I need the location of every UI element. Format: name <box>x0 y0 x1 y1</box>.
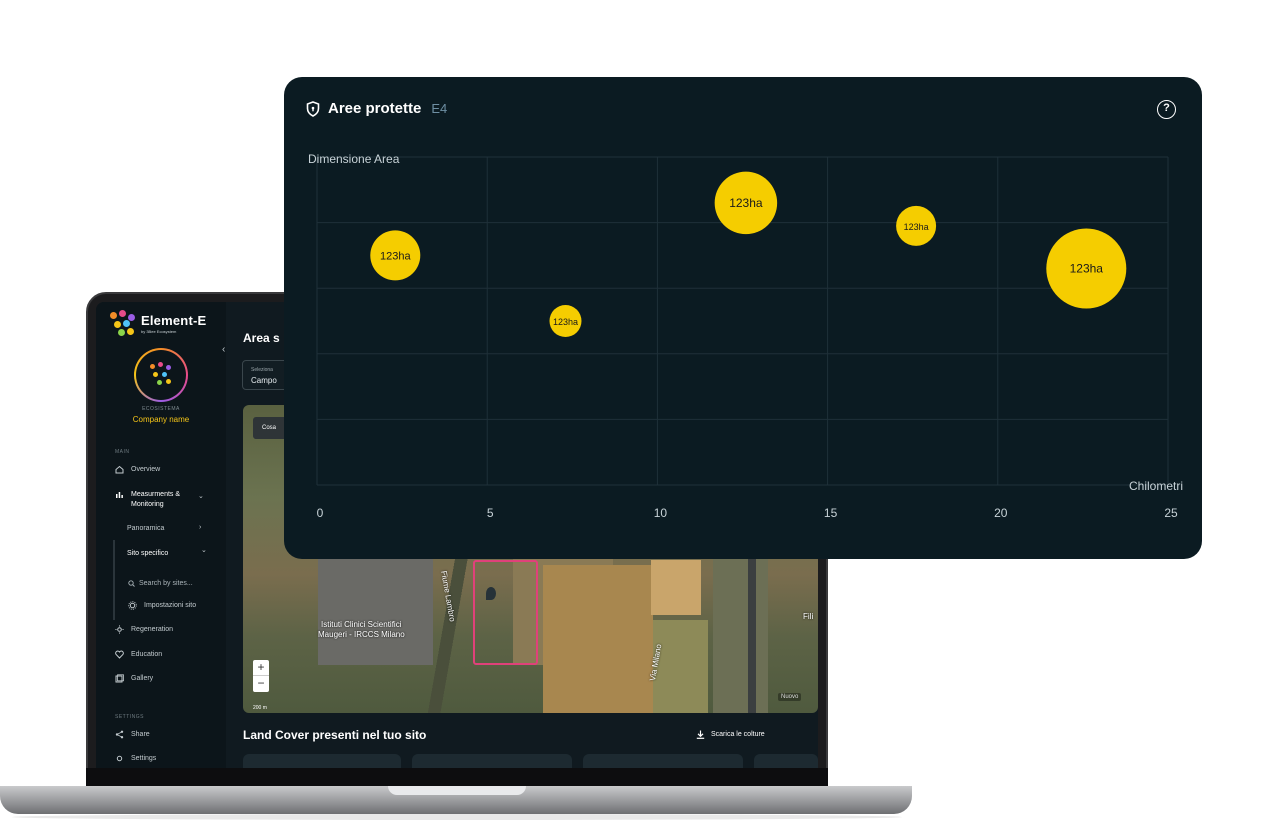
landcover-title: Land Cover presenti nel tuo sito <box>243 728 427 742</box>
site-search-input[interactable]: Search by sites... <box>123 575 211 591</box>
company-name: Company name <box>132 415 190 424</box>
zoom-out-button[interactable]: − <box>253 676 269 692</box>
search-icon <box>128 579 135 587</box>
brand-name: Element-E <box>141 312 207 328</box>
download-icon <box>696 730 705 739</box>
x-tick-label: 5 <box>487 506 494 520</box>
landcover-card[interactable] <box>243 754 401 768</box>
map-urban-area <box>318 555 433 665</box>
sidebar-item-gallery[interactable]: Gallery <box>115 674 153 683</box>
bar-chart-icon <box>115 490 124 499</box>
sidebar-item-label: Overview <box>131 466 161 473</box>
laptop-shadow <box>12 814 902 820</box>
sidebar-item-education[interactable]: Education <box>115 650 162 659</box>
map-field-parcel <box>543 565 653 713</box>
collapse-sidebar-button[interactable]: ‹ <box>222 344 225 355</box>
map-badge: Nuovo <box>778 693 802 701</box>
search-placeholder: Search by sites... <box>139 579 193 587</box>
site-boundary[interactable] <box>473 560 538 665</box>
map-runway <box>748 555 756 713</box>
map-field-parcel <box>651 560 701 615</box>
x-tick-label: 0 <box>317 506 324 520</box>
x-tick-label: 25 <box>1164 506 1178 520</box>
share-icon <box>115 730 124 739</box>
home-icon <box>115 465 124 474</box>
map-label-hospital-sub: Maugeri - IRCCS Milano <box>318 630 405 639</box>
sidebar-item-label: Share <box>131 731 150 738</box>
sidebar-item-settings[interactable]: Settings <box>115 754 156 763</box>
landcover-card[interactable] <box>583 754 743 768</box>
ecosystem-label: ECOSISTEMA <box>142 406 180 412</box>
gear-icon <box>128 601 137 610</box>
chevron-down-icon[interactable]: ⌄ <box>198 492 204 500</box>
chart-bubbles: 123ha 123ha 123ha 123ha 123ha <box>370 171 1127 337</box>
zoom-in-button[interactable]: + <box>253 660 269 676</box>
chevron-down-icon[interactable]: ⌄ <box>201 546 207 554</box>
download-label: Scarica le colture <box>711 731 765 738</box>
bubble-label: 123ha <box>1070 262 1104 276</box>
x-axis-ticks: 0 5 10 15 20 25 <box>317 506 1178 520</box>
map-label-river: Fiume Lambro <box>439 570 457 623</box>
map-field-parcel <box>653 620 708 713</box>
download-crops-button[interactable]: Scarica le colture <box>696 730 765 739</box>
x-tick-label: 20 <box>994 506 1008 520</box>
laptop-notch <box>388 786 526 795</box>
sidebar-item-label: Impostazioni sito <box>144 602 197 609</box>
sidebar-item-measurements[interactable]: Measurments & Monitoring <box>115 490 191 510</box>
brand-logo[interactable]: Element-E by 3Bee Ecosystem <box>108 310 206 336</box>
heart-icon <box>115 650 124 659</box>
x-tick-label: 10 <box>654 506 668 520</box>
map-zoom-control[interactable]: + − <box>253 660 269 692</box>
field-select-label: Seleziona <box>251 367 273 373</box>
map-field-parcel <box>713 555 768 713</box>
chevron-right-icon: › <box>199 524 202 531</box>
sidebar-item-label: Education <box>131 651 163 658</box>
laptop-hinge <box>86 768 828 786</box>
map-pin-icon[interactable] <box>486 587 496 600</box>
map-scale: 200 m <box>253 705 267 711</box>
gear-icon <box>115 754 124 763</box>
bubble-chart: 0 5 10 15 20 25 123ha 123ha 123ha 123ha 123ha <box>316 156 1178 520</box>
sun-icon <box>115 625 124 634</box>
gallery-icon <box>115 674 124 683</box>
sidebar-item-label: Regeneration <box>131 626 174 633</box>
sidebar-sub-sito-specifico[interactable]: Sito specifico <box>127 550 168 557</box>
section-main-label: MAIN <box>115 449 130 455</box>
x-tick-label: 15 <box>824 506 838 520</box>
field-select-value: Campo <box>251 376 277 385</box>
sidebar-item-label: Measurments & Monitoring <box>131 491 181 508</box>
sidebar-item-label: Settings <box>131 755 157 762</box>
bubble-label: 123ha <box>729 196 763 210</box>
sidebar-item-share[interactable]: Share <box>115 730 150 739</box>
sidebar-item-regeneration[interactable]: Regeneration <box>115 625 173 634</box>
brand-sub: by 3Bee Ecosystem <box>141 328 177 334</box>
bubble-label: 123ha <box>380 250 411 262</box>
y-axis-label: Dimensione Area <box>308 152 400 166</box>
landcover-card[interactable] <box>412 754 572 768</box>
sidebar-item-overview[interactable]: Overview <box>115 465 160 474</box>
page-title: Area s <box>243 331 280 345</box>
company-avatar[interactable] <box>134 348 188 402</box>
x-axis-label: Chilometri <box>1129 479 1184 493</box>
section-settings-label: SETTINGS <box>115 714 145 720</box>
logo-icon <box>108 310 136 336</box>
sidebar-sub-impostazioni[interactable]: Impostazioni sito <box>128 601 196 610</box>
submenu-rail <box>113 540 115 620</box>
bubble-label: 123ha <box>904 222 929 232</box>
map-label-place: Fili <box>803 612 814 621</box>
sidebar: Element-E by 3Bee Ecosystem ECOSISTEMA C… <box>96 302 226 768</box>
landcover-card[interactable] <box>754 754 818 768</box>
sidebar-item-label: Gallery <box>131 675 154 682</box>
bubble-label: 123ha <box>553 317 578 327</box>
sidebar-sub-panoramica[interactable]: Panoramica <box>127 525 164 532</box>
map-label-hospital: Istituti Clinici Scientifici <box>321 620 402 629</box>
protected-areas-card: Aree protette E4 ? 0 5 10 15 20 25 123ha 123ha… <box>284 77 1202 559</box>
